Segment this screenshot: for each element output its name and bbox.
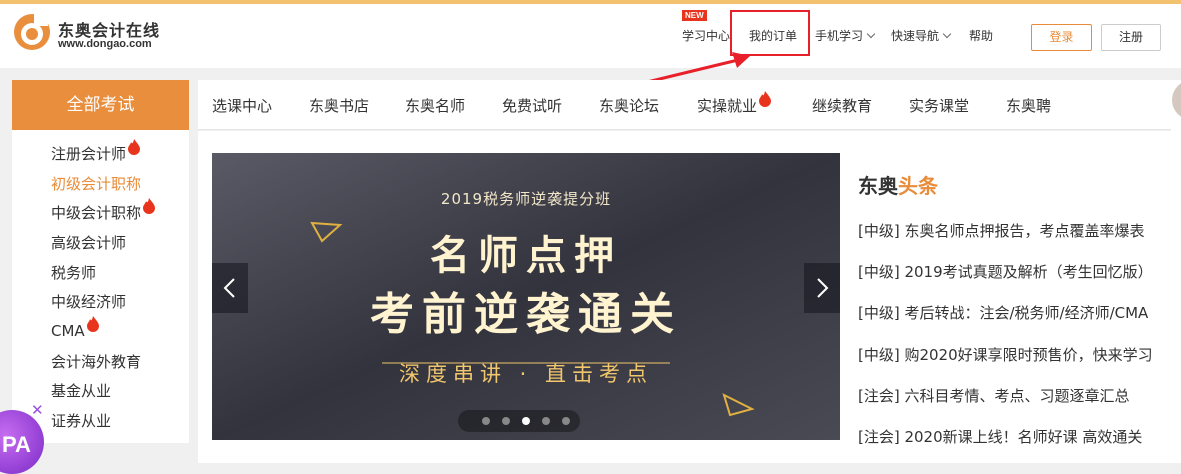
nav-practice-class[interactable]: 实务课堂 bbox=[909, 95, 969, 116]
news-item[interactable]: [中级] 2019考试真题及解析（考生回忆版） bbox=[858, 261, 1153, 282]
nav-bookstore[interactable]: 东奥书店 bbox=[309, 95, 369, 116]
nav-recruitment[interactable]: 东奥聘 bbox=[1006, 95, 1051, 116]
sidebar-item-tax-advisor[interactable]: 税务师 bbox=[51, 262, 96, 283]
topnav-help[interactable]: 帮助 bbox=[969, 27, 993, 44]
topnav-quick-nav[interactable]: 快速导航 bbox=[891, 27, 952, 44]
news-item[interactable]: [中级] 购2020好课享限时预售价，快来学习 bbox=[858, 344, 1153, 365]
banner-tagline: 深度串讲 · 直击考点 bbox=[398, 362, 654, 386]
pagination-dot[interactable] bbox=[562, 417, 570, 425]
sidebar-item-label: 中级会计职称 bbox=[51, 204, 142, 222]
floating-assistant-label: PA bbox=[2, 432, 31, 457]
topnav-quick-nav-label: 快速导航 bbox=[891, 29, 940, 43]
hot-flame-icon bbox=[128, 139, 141, 155]
sidebar-item-cpa[interactable]: 注册会计师 bbox=[51, 139, 141, 164]
login-button[interactable]: 登录 bbox=[1031, 24, 1092, 51]
nav-free-trial[interactable]: 免费试听 bbox=[502, 95, 562, 116]
pagination-dot[interactable] bbox=[502, 417, 510, 425]
news-item[interactable]: [中级] 东奥名师点押报告，考点覆盖率爆表 bbox=[858, 220, 1144, 241]
chevron-right-icon bbox=[817, 278, 829, 298]
banner-next-button[interactable] bbox=[804, 263, 840, 313]
topnav-study-center[interactable]: 学习中心 bbox=[682, 27, 730, 44]
register-button[interactable]: 注册 bbox=[1101, 24, 1161, 51]
topnav-mobile-label: 手机学习 bbox=[815, 29, 864, 43]
headlines-title: 东奥头条 bbox=[858, 170, 938, 199]
new-badge: NEW bbox=[682, 10, 707, 21]
sidebar-header[interactable]: 全部考试 bbox=[12, 80, 189, 130]
banner-prev-button[interactable] bbox=[212, 263, 248, 313]
sidebar-item-securities[interactable]: 证券从业 bbox=[51, 410, 111, 431]
site-header bbox=[0, 4, 1181, 68]
chevron-down-icon bbox=[942, 29, 952, 39]
promo-banner[interactable]: 2019税务师逆袭提分班 名师点押 考前逆袭通关 深度串讲 · 直击考点 bbox=[212, 153, 840, 440]
brand-url[interactable]: www.dongao.com bbox=[58, 38, 152, 50]
banner-headline-2: 考前逆袭通关 bbox=[370, 289, 682, 340]
dongao-logo-icon[interactable] bbox=[12, 12, 52, 52]
hot-flame-icon bbox=[143, 198, 156, 214]
nav-course-center[interactable]: 选课中心 bbox=[212, 95, 272, 116]
chevron-down-icon bbox=[866, 29, 876, 39]
sidebar-item-overseas-education[interactable]: 会计海外教育 bbox=[51, 351, 141, 372]
banner-pagination bbox=[458, 410, 580, 432]
sidebar-item-label: CMA bbox=[51, 322, 85, 340]
nav-teachers[interactable]: 东奥名师 bbox=[405, 95, 465, 116]
nav-continuing-education[interactable]: 继续教育 bbox=[812, 95, 872, 116]
sidebar-item-intermediate-accountant[interactable]: 中级会计职称 bbox=[51, 198, 156, 223]
chevron-left-icon bbox=[223, 278, 235, 298]
news-item[interactable]: [注会] 2020新课上线！名师好课 高效通关 bbox=[858, 426, 1142, 447]
nav-practical-employment[interactable]: 实操就业 bbox=[697, 91, 772, 116]
close-icon[interactable]: ✕ bbox=[31, 401, 44, 419]
banner-subtitle: 2019税务师逆袭提分班 bbox=[440, 190, 612, 208]
sidebar-item-fund[interactable]: 基金从业 bbox=[51, 380, 111, 401]
nav-item-label: 实操就业 bbox=[697, 97, 758, 115]
banner-headline: 名师点押 bbox=[430, 233, 622, 279]
sidebar-item-intermediate-economist[interactable]: 中级经济师 bbox=[51, 291, 126, 312]
headlines-title-part2: 头条 bbox=[898, 174, 938, 198]
sidebar-item-senior-accountant[interactable]: 高级会计师 bbox=[51, 232, 126, 253]
nav-forum[interactable]: 东奥论坛 bbox=[599, 95, 659, 116]
news-item[interactable]: [注会] 六科目考情、考点、习题逐章汇总 bbox=[858, 385, 1129, 406]
hot-flame-icon bbox=[86, 316, 99, 332]
topnav-mobile-learning[interactable]: 手机学习 bbox=[815, 27, 876, 44]
headlines-title-part1: 东奥 bbox=[858, 174, 898, 198]
pagination-dot[interactable] bbox=[542, 417, 550, 425]
pagination-dot-active[interactable] bbox=[522, 417, 530, 425]
hot-flame-icon bbox=[759, 91, 772, 107]
right-edge-panel bbox=[1171, 80, 1181, 463]
sidebar-item-cma[interactable]: CMA bbox=[51, 316, 100, 340]
news-item[interactable]: [中级] 考后转战：注会/税务师/经济师/CMA bbox=[858, 302, 1148, 323]
pagination-dot[interactable] bbox=[482, 417, 490, 425]
sidebar-item-junior-accountant[interactable]: 初级会计职称 bbox=[51, 173, 141, 194]
sidebar-item-label: 注册会计师 bbox=[51, 145, 127, 163]
